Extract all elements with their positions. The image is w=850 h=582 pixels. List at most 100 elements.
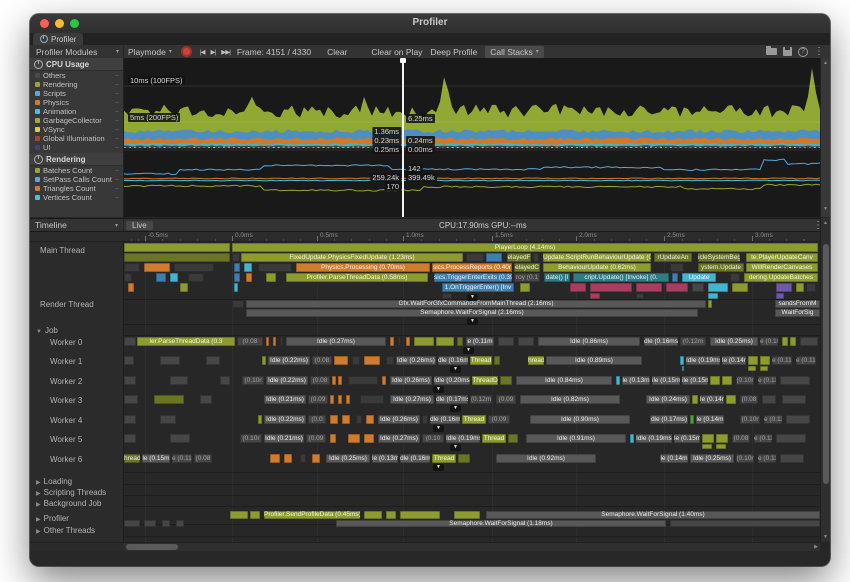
thread-label-worker-2[interactable]: Worker 2	[50, 377, 82, 386]
timeline-sample[interactable]	[533, 253, 539, 262]
timeline-sample-date-i[interactable]: date() [I	[544, 273, 570, 282]
timeline-sample[interactable]	[234, 263, 240, 272]
timeline-sample[interactable]	[702, 434, 714, 443]
timeline-sample-hread[interactable]: hread	[528, 356, 544, 365]
timeline-sample-dering-updatebatches[interactable]: dering.UpdateBatches	[744, 273, 818, 282]
live-button[interactable]: Live	[126, 221, 153, 230]
timeline-sample[interactable]	[730, 273, 740, 282]
foldout-closed-icon[interactable]: ▶	[36, 529, 41, 535]
timeline-sample-idle-0-19ms-[interactable]: Idle (0.19ms)	[636, 434, 672, 443]
timeline-sample[interactable]	[682, 366, 684, 371]
timeline-sample[interactable]	[692, 395, 698, 404]
legend-drag-handle[interactable]: –	[115, 81, 119, 88]
timeline-sample[interactable]	[250, 511, 260, 519]
timeline-sample-thread[interactable]: Thread	[470, 356, 492, 365]
timeline-sample-rupdatean[interactable]: rUpdateAn	[654, 253, 692, 262]
timeline-sample[interactable]	[124, 395, 138, 404]
timeline-sample-idle-0-27ms-[interactable]: Idle (0.27ms)	[378, 434, 420, 443]
rendering-legend-item[interactable]: Vertices Count–	[30, 193, 123, 202]
timeline-sample[interactable]	[760, 366, 768, 371]
timeline-sample[interactable]	[334, 356, 348, 365]
timeline-sample[interactable]	[692, 283, 704, 292]
timeline-sample[interactable]	[338, 395, 342, 404]
cpu-legend-item[interactable]: Global Illumination–	[30, 134, 123, 143]
timeline-sample[interactable]	[330, 395, 334, 404]
thread-label-job[interactable]: ▼Job	[36, 326, 58, 335]
timeline-sample[interactable]	[762, 395, 776, 404]
timeline-sample[interactable]	[244, 263, 252, 272]
timeline-sample[interactable]	[386, 511, 396, 519]
legend-drag-handle[interactable]: –	[115, 72, 119, 79]
timeline-sample[interactable]	[776, 283, 792, 292]
timeline-sample[interactable]	[400, 511, 440, 519]
timeline-sample-ile-0-15m[interactable]: ile (0.15m	[652, 376, 680, 385]
timeline-sample[interactable]	[672, 273, 678, 282]
timeline-sample-te-playerupdatecanv[interactable]: te.PlayerUpdateCanv	[746, 253, 818, 262]
timeline-sample[interactable]	[722, 376, 732, 385]
scroll-right-icon[interactable]: ▶	[814, 544, 818, 550]
timeline-sample-idle-0-84ms-[interactable]: Idle (0.84ms)	[516, 376, 612, 385]
timeline-sample[interactable]	[338, 376, 342, 385]
timeline-sample[interactable]	[348, 376, 378, 385]
legend-drag-handle[interactable]: –	[115, 99, 119, 106]
timeline-sample--0-08[interactable]: (0.08	[194, 454, 212, 463]
timeline-sample[interactable]	[312, 454, 320, 463]
timeline-sample-thread[interactable]: Thread	[432, 454, 456, 463]
timeline-sample-behaviourupdate-0-62ms-[interactable]: BehaviourUpdate (0.62ms)	[543, 263, 651, 272]
kebab-menu-icon[interactable]: ⋮	[814, 46, 824, 57]
timeline-sample[interactable]	[518, 337, 534, 346]
flow-event-icon[interactable]: ▼	[433, 464, 444, 471]
timeline-sample-dle-0-16ms[interactable]: dle (0.16ms	[644, 337, 678, 346]
cpu-legend-item[interactable]: Rendering–	[30, 80, 123, 89]
timeline-sample[interactable]	[360, 395, 384, 404]
timeline-sample[interactable]	[332, 376, 336, 385]
timeline-sample--0-12m[interactable]: (0.12m	[680, 337, 706, 346]
timeline-sample-profiler-parsethreaddata-0-58ms-[interactable]: Profiler.ParseThreadData (0.58ms)	[286, 273, 428, 282]
thread-label-other-threads[interactable]: ▶Other Threads	[36, 526, 95, 535]
timeline-sample[interactable]	[780, 454, 804, 463]
cpu-legend-item[interactable]: VSync–	[30, 125, 123, 134]
timeline-sample[interactable]	[414, 337, 434, 346]
timeline-sample-idle-0-90ms-[interactable]: Idle (0.90ms)	[530, 415, 630, 424]
timeline-sample--0-12m[interactable]: (0.12m	[470, 395, 492, 404]
timeline-sample[interactable]	[636, 293, 644, 299]
thread-label-worker-4[interactable]: Worker 4	[50, 416, 82, 425]
timeline-sample[interactable]	[630, 434, 634, 443]
timeline-sample[interactable]	[352, 356, 360, 365]
timeline-sample--0-10r[interactable]: (0.10r	[240, 434, 262, 443]
timeline-sample[interactable]	[666, 283, 688, 292]
rendering-legend-item[interactable]: Batches Count–	[30, 166, 123, 175]
timeline-sample[interactable]	[708, 293, 718, 299]
vertical-scrollbar[interactable]: ▲ ▼	[820, 218, 830, 542]
foldout-closed-icon[interactable]: ▶	[36, 491, 41, 497]
timeline-sample-thread[interactable]: Thread	[482, 434, 506, 443]
timeline-sample[interactable]	[262, 356, 266, 365]
record-icon[interactable]	[181, 46, 192, 57]
profiler-modules-dropdown[interactable]: Profiler Modules ▾	[30, 45, 124, 58]
selected-frame-line[interactable]	[402, 58, 404, 217]
timeline-sample[interactable]	[170, 273, 178, 282]
flow-event-icon[interactable]: ▼	[433, 425, 444, 432]
timeline-sample[interactable]	[144, 520, 156, 527]
timeline-sample[interactable]	[234, 283, 238, 292]
timeline-sample--0-08[interactable]: (0.08	[740, 395, 758, 404]
timeline-sample--0-08[interactable]: (0.08	[732, 434, 750, 443]
timeline-sample[interactable]	[174, 263, 214, 272]
timeline-sample-elayedf[interactable]: elayedF	[507, 253, 531, 262]
timeline-sample-semaphore-waitforsignal-1-40ms-[interactable]: Semaphore.WaitForSignal (1.40ms)	[486, 511, 820, 519]
timeline-sample[interactable]	[330, 434, 336, 443]
legend-drag-handle[interactable]: –	[115, 90, 119, 97]
timeline-sample[interactable]	[364, 511, 382, 519]
timeline-sample[interactable]	[498, 337, 514, 346]
timeline-sample[interactable]	[124, 263, 140, 272]
timeline-sample[interactable]	[616, 376, 620, 385]
timeline-sample-dle-0-16ms[interactable]: dle (0.16ms	[430, 415, 460, 424]
timeline-sample[interactable]	[382, 376, 386, 385]
timeline-sample[interactable]	[342, 415, 350, 424]
foldout-closed-icon[interactable]: ▶	[36, 480, 41, 486]
timeline-sample-idle-0-25ms-[interactable]: Idle (0.25ms)	[710, 337, 758, 346]
timeline-sample-le-0-14m[interactable]: le (0.14m	[660, 454, 688, 463]
foldout-open-icon[interactable]: ▼	[36, 329, 42, 335]
timeline-sample-sandsfromm[interactable]: sandsFromM	[775, 300, 820, 308]
timeline-sample-idle-0-22ms-[interactable]: Idle (0.22ms)	[266, 376, 308, 385]
